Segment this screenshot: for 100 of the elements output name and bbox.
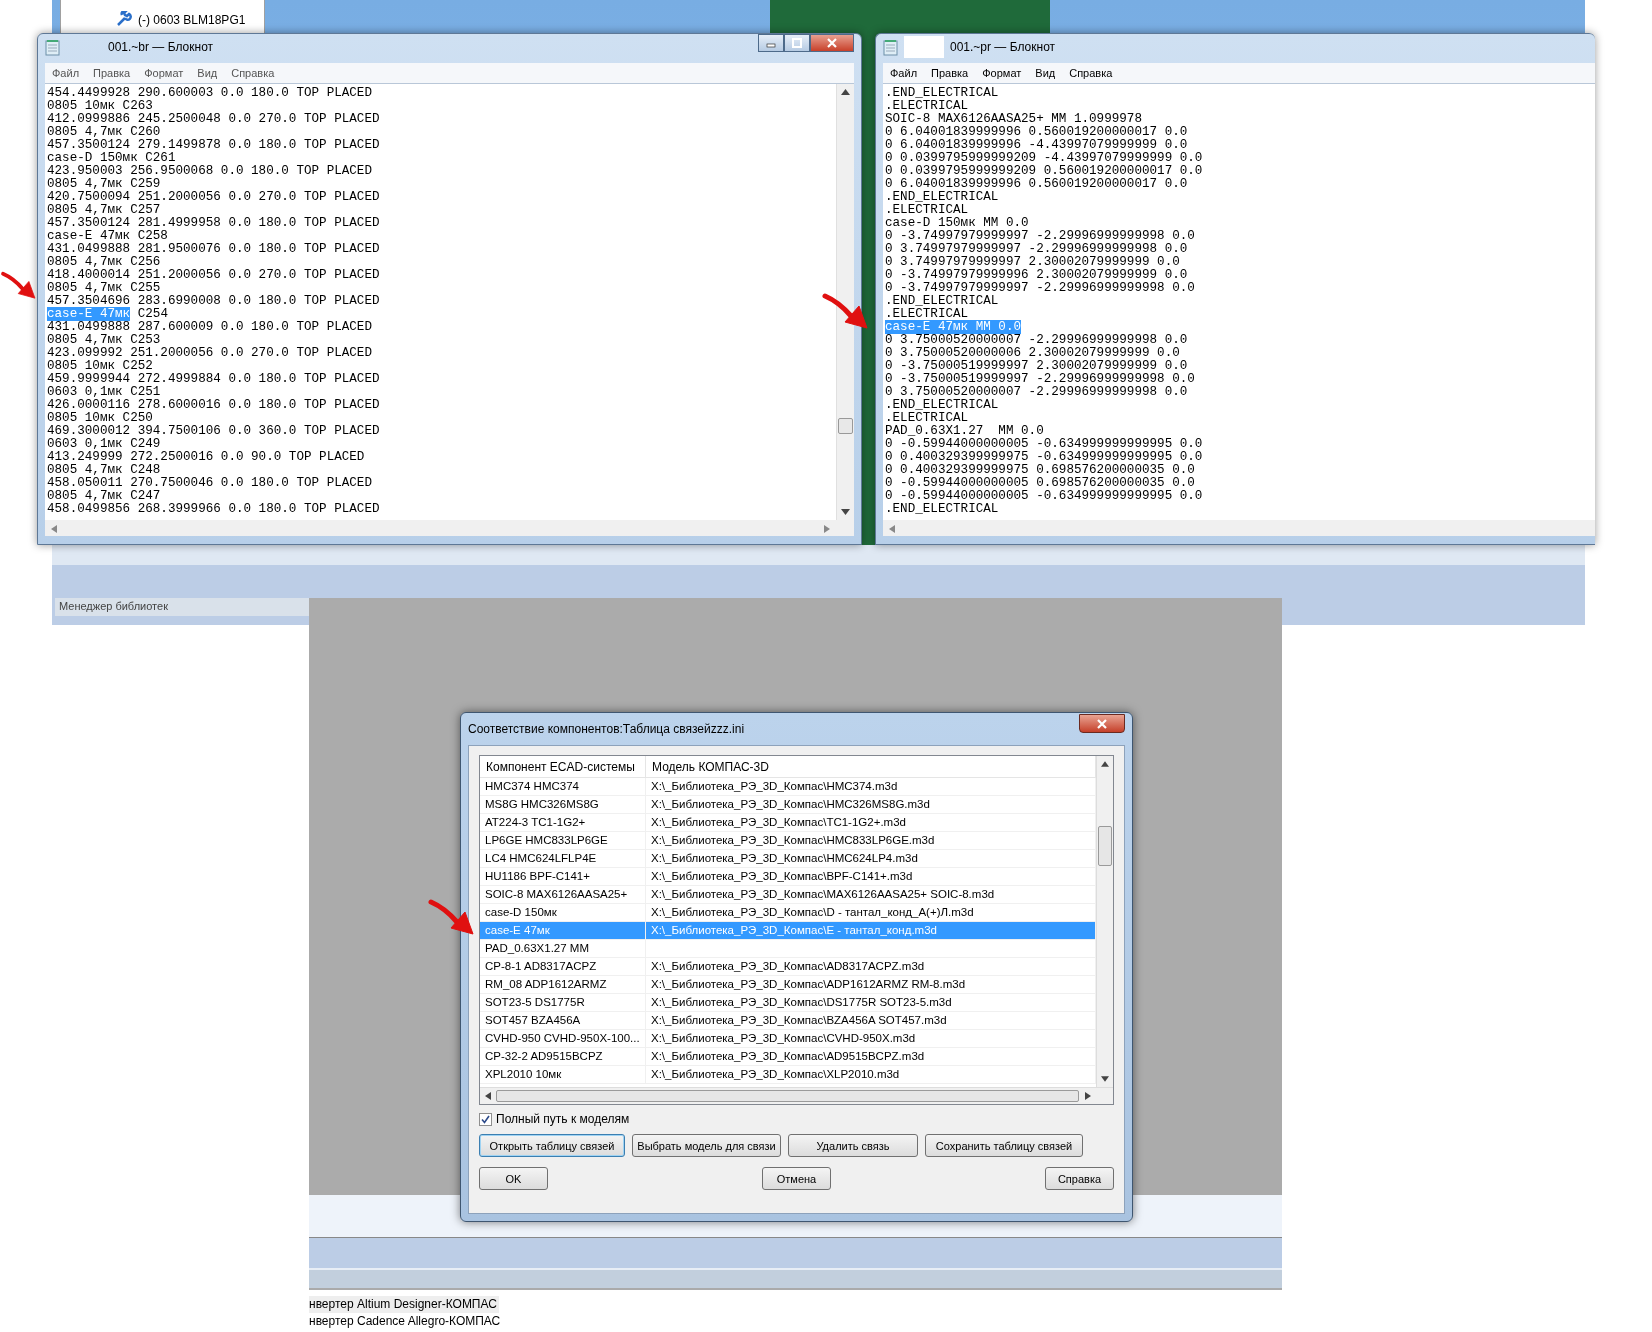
menu-item[interactable]: Вид: [1028, 67, 1063, 79]
text-line: 0805 10мк C252: [47, 360, 154, 373]
table-row[interactable]: CVHD-950 CVHD-950X-100... X:\_Библиотека_РЭ_3D_Компас\CVHD-950X.m3d: [480, 1030, 1096, 1048]
scroll-down-icon: [1101, 1076, 1109, 1082]
dialog-button[interactable]: OK: [479, 1167, 548, 1190]
menu-item[interactable]: Справка: [224, 67, 282, 79]
close-icon: [826, 38, 838, 48]
scroll-left-icon: [485, 1092, 491, 1100]
table-row[interactable]: RM_08 ADP1612ARMZ X:\_Библиотека_РЭ_3D_Компас\ADP1612ARMZ RM-8.m3d: [480, 976, 1096, 994]
maximize-button[interactable]: [784, 34, 810, 52]
table-row[interactable]: CP-8-1 AD8317ACPZ X:\_Библиотека_РЭ_3D_Компас\AD8317ACPZ.m3d: [480, 958, 1096, 976]
table-row[interactable]: LC4 HMC624LFLP4E X:\_Библиотека_РЭ_3D_Компас\HMC624LP4.m3d: [480, 850, 1096, 868]
scroll-right-icon: [824, 525, 830, 533]
horizontal-scrollbar[interactable]: [883, 520, 1595, 536]
close-button[interactable]: [810, 34, 854, 52]
table-row[interactable]: PAD_0.63X1.27 MM: [480, 940, 1096, 958]
menu-item[interactable]: Правка: [924, 67, 976, 79]
text-line: 0 0.400329399999975 0.698576200000035 0.0: [885, 464, 1196, 477]
scroll-down-icon: [841, 509, 850, 515]
panel-header: Менеджер библиотек: [55, 598, 309, 616]
list-item[interactable]: нвертер Altium Designer-КОМПАС: [309, 1296, 499, 1313]
text-line: 0 6.04001839999996 0.560019200000017 0.0: [885, 126, 1189, 139]
checkbox-label: Полный путь к моделям: [496, 1112, 630, 1126]
text-line: 0 3.74997979999997 2.30002079999999 0.0: [885, 256, 1181, 269]
scrollbar-thumb[interactable]: [1098, 826, 1112, 866]
menu-item[interactable]: Файл: [45, 67, 87, 79]
text-line: 0 -3.74997979999996 2.30002079999999 0.0: [885, 269, 1189, 282]
table-row[interactable]: SOT457 BZA456A X:\_Библиотека_РЭ_3D_Компас\BZA456A SOT457.m3d: [480, 1012, 1096, 1030]
text-line: case-D 150мк MM 0.0: [885, 217, 1030, 230]
scroll-up-icon: [841, 89, 850, 95]
text-line: PAD_0.63X1.27 MM 0.0: [885, 425, 1045, 438]
text-line: 0 -3.74997979999997 -2.29996999999998 0.0: [885, 230, 1196, 243]
table-cell: XPL2010 10мк: [480, 1066, 646, 1083]
text-line: 0 -3.75000519999997 -2.29996999999998 0.0: [885, 373, 1196, 386]
text-line: 0 3.75000520000006 2.30002079999999 0.0: [885, 347, 1181, 360]
text-line: case-E 47мк C258: [47, 230, 169, 243]
menu-item[interactable]: Справка: [1062, 67, 1120, 79]
text-line: 0805 4,7мк C256: [47, 256, 162, 269]
menu-item[interactable]: Формат: [975, 67, 1029, 79]
text-line: 0805 4,7мк C248: [47, 464, 162, 477]
scroll-left-icon: [51, 525, 57, 533]
scroll-right-icon: [1085, 1092, 1091, 1100]
table-row[interactable]: SOT23-5 DS1775R X:\_Библиотека_РЭ_3D_Компас\DS1775R SOT23-5.m3d: [480, 994, 1096, 1012]
tree-item[interactable]: (-) 0603 BLM18PG1: [138, 13, 246, 27]
notepad-icon: [883, 38, 898, 56]
text-line: .END_ELECTRICAL: [885, 87, 1000, 100]
text-line: .END_ELECTRICAL: [885, 295, 1000, 308]
checkbox[interactable]: [479, 1112, 492, 1126]
text-line: SOIC-8 MAX6126AASA25+ MM 1.0999978: [885, 113, 1143, 126]
action-button[interactable]: Открыть таблицу связей: [479, 1134, 625, 1157]
table-row[interactable]: LP6GE HMC833LP6GE X:\_Библиотека_РЭ_3D_Компас\HMC833LP6GE.m3d: [480, 832, 1096, 850]
maximize-icon: [791, 38, 803, 48]
menu-item[interactable]: Вид: [190, 67, 225, 79]
table-cell: SOT23-5 DS1775R: [480, 994, 646, 1011]
table-cell: CP-32-2 AD9515BCPZ: [480, 1048, 646, 1065]
text-line: 0805 4,7мк C255: [47, 282, 162, 295]
table-cell: RM_08 ADP1612ARMZ: [480, 976, 646, 993]
text-line: .ELECTRICAL: [885, 412, 970, 425]
scroll-up-icon: [1101, 761, 1109, 767]
table-row[interactable]: HU1186 BPF-C141+ X:\_Библиотека_РЭ_3D_Компас\BPF-C141+.m3d: [480, 868, 1096, 886]
text-line: 426.0000116 278.6000016 0.0 180.0 TOP PLACED: [47, 399, 381, 412]
action-button[interactable]: Удалить связь: [788, 1134, 918, 1157]
menu-item[interactable]: Правка: [86, 67, 138, 79]
close-button[interactable]: [1079, 714, 1125, 733]
text-line: 0 0.0399795999999209 -4.43997079999999 0.0: [885, 152, 1204, 165]
horizontal-scrollbar[interactable]: [480, 1087, 1113, 1104]
table-row[interactable]: MS8G HMC326MS8G X:\_Библиотека_РЭ_3D_Компас\HMC326MS8G.m3d: [480, 796, 1096, 814]
text-line: 0 -0.59944000000005 0.698576200000035 0.0: [885, 477, 1196, 490]
text-line: 0 0.400329399999975 -0.634999999999995 0.0: [885, 451, 1204, 464]
dialog-button[interactable]: Отмена: [762, 1167, 831, 1190]
scrollbar-thumb[interactable]: [496, 1090, 1079, 1102]
text-line: .ELECTRICAL: [885, 308, 970, 321]
menu-item[interactable]: Файл: [883, 67, 925, 79]
text-line: 457.3504696 283.6990008 0.0 180.0 TOP PLACED: [47, 295, 381, 308]
text-line: 454.4499928 290.600003 0.0 180.0 TOP PLACED: [47, 87, 373, 100]
table-cell: LC4 HMC624LFLP4E: [480, 850, 646, 867]
text-line: 458.050011 270.7500046 0.0 180.0 TOP PLACED: [47, 477, 373, 490]
text-line: 412.0999886 245.2500048 0.0 270.0 TOP PLACED: [47, 113, 381, 126]
scrollbar-thumb[interactable]: [838, 418, 853, 434]
column-header[interactable]: Компонент ECAD-системы: [480, 756, 646, 778]
table-row[interactable]: XPL2010 10мк X:\_Библиотека_РЭ_3D_Компас\XLP2010.m3d: [480, 1066, 1096, 1084]
scroll-left-icon: [889, 525, 895, 533]
text-line: 423.950003 256.9500068 0.0 180.0 TOP PLACED: [47, 165, 373, 178]
action-button[interactable]: Выбрать модель для связи: [632, 1134, 781, 1157]
dialog-button[interactable]: Справка: [1045, 1167, 1114, 1190]
horizontal-scrollbar[interactable]: [45, 520, 854, 536]
vertical-scrollbar[interactable]: [1096, 756, 1113, 1087]
action-button[interactable]: Сохранить таблицу связей: [925, 1134, 1083, 1157]
table-row[interactable]: HMC374 HMC374 X:\_Библиотека_РЭ_3D_Компас\HMC374.m3d: [480, 778, 1096, 796]
table-row[interactable]: AT224-3 TC1-1G2+ X:\_Библиотека_РЭ_3D_Компас\TC1-1G2+.m3d: [480, 814, 1096, 832]
vertical-scrollbar[interactable]: [836, 84, 854, 520]
text-line: 420.7500094 251.2000056 0.0 270.0 TOP PLACED: [47, 191, 381, 204]
table-row[interactable]: SOIC-8 MAX6126AASA25+ X:\_Библиотека_РЭ_3D_Компас\MAX6126AASA25+ SOIC-8.m3d: [480, 886, 1096, 904]
minimize-button[interactable]: [758, 34, 784, 52]
table-row[interactable]: CP-32-2 AD9515BCPZ X:\_Библиотека_РЭ_3D_Компас\AD9515BCPZ.m3d: [480, 1048, 1096, 1066]
text-line: 431.0499888 287.600009 0.0 180.0 TOP PLACED: [47, 321, 373, 334]
menu-item[interactable]: Формат: [137, 67, 191, 79]
table-cell: LP6GE HMC833LP6GE: [480, 832, 646, 849]
dialog-title: Соответствие компонентов:Таблица связейzzz.ini: [468, 722, 745, 736]
list-item[interactable]: нвертер Cadence Allegro-КОМПАС: [309, 1313, 503, 1330]
